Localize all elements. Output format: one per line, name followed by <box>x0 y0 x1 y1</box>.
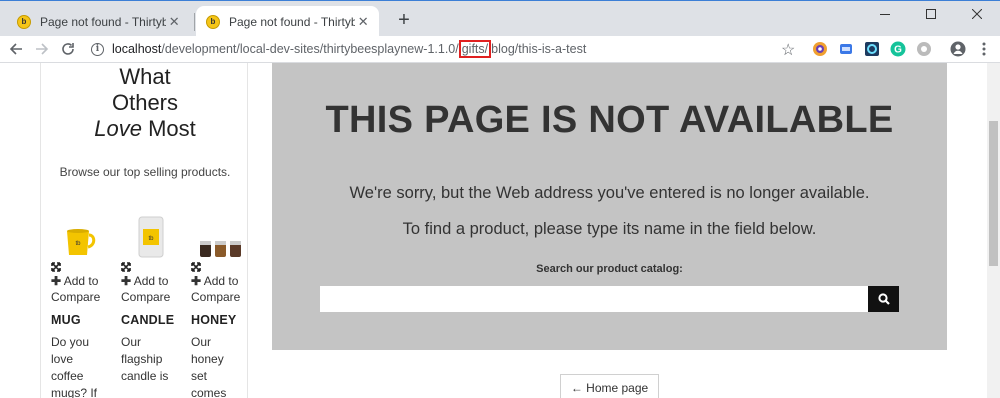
thirtybees-favicon-icon: b <box>206 14 220 29</box>
tab-page-not-found-1[interactable]: b Page not found - Thirtybees 1.1.0 ✕ <box>7 6 190 37</box>
sidebar-title: What Others Love Most <box>41 64 249 142</box>
title-line-2: Others <box>111 90 179 115</box>
title-line-1: What <box>119 64 171 89</box>
product-description: Our honey set comes <box>191 335 227 398</box>
plus-icon: ✚ <box>51 274 62 288</box>
product-card-mug: tb ✚ Add to Compare MUG Do you love coffe… <box>51 213 117 398</box>
not-available-message: We're sorry, but the Web address you've … <box>349 184 870 202</box>
bookmark-star-icon[interactable]: ☆ <box>781 40 795 60</box>
plus-icon: ✚ <box>121 274 132 288</box>
product-card-candle: tb ✚ Add to Compare CANDLE Our flagship c… <box>121 213 187 385</box>
plus-icon: ✚ <box>191 274 202 288</box>
search-instructions: To find a product, please type its name … <box>402 220 817 238</box>
svg-text:G: G <box>894 45 902 56</box>
candle-image-icon: tb <box>138 216 164 258</box>
reload-icon <box>62 43 74 55</box>
svg-text:tb: tb <box>148 236 154 242</box>
extension-grammarly-icon[interactable]: G <box>890 41 906 57</box>
reload-button[interactable] <box>58 39 78 59</box>
add-to-compare-link[interactable]: ✚ Add to Compare <box>121 273 187 305</box>
search-icon <box>877 293 890 305</box>
forward-button[interactable] <box>32 39 52 59</box>
minimize-button[interactable] <box>862 1 908 27</box>
browser-toolbar: i localhost/development/local-dev-sites/… <box>0 36 1000 63</box>
page-title: THIS PAGE IS NOT AVAILABLE <box>325 99 894 141</box>
product-name[interactable]: CANDLE <box>121 313 187 327</box>
expand-icon[interactable] <box>191 262 201 272</box>
extension-gray-icon[interactable] <box>916 41 932 57</box>
site-info-icon[interactable]: i <box>91 43 104 56</box>
extension-gear-box-icon[interactable] <box>864 41 880 57</box>
compare-label-2: Compare <box>121 290 171 304</box>
product-description: Do you love coffee mugs? If <box>51 335 98 398</box>
title-bold: Most <box>148 116 196 141</box>
url-path-end: blog/this-is-a-test <box>491 42 587 56</box>
close-tab-icon[interactable]: ✕ <box>355 14 371 30</box>
search-label: Search our product catalog: <box>536 263 683 275</box>
product-image-candle[interactable]: tb <box>121 213 181 259</box>
product-name[interactable]: HONEY <box>191 313 257 327</box>
close-tab-icon[interactable]: ✕ <box>166 14 182 30</box>
title-italic: Love <box>94 116 142 141</box>
add-to-compare-link[interactable]: ✚ Add to Compare <box>191 273 257 305</box>
tab-title: Page not found - Thirtybees 1.1.0 <box>229 14 356 29</box>
tab-title: Page not found - Thirtybees 1.1.0 <box>40 14 167 29</box>
search-button[interactable] <box>868 286 899 312</box>
mug-image-icon: tb <box>67 229 96 255</box>
svg-text:tb: tb <box>75 241 81 247</box>
compare-label-1: Add to <box>133 274 169 288</box>
title-line-3: Love Most <box>41 116 249 142</box>
honey-jars-image-icon <box>200 241 241 257</box>
product-description: Our flagship candle is <box>121 335 169 383</box>
url-path: /development/local-dev-sites/thirtybeesp… <box>161 42 459 56</box>
best-sellers-sidebar: What Others Love Most Browse our top sel… <box>40 63 248 398</box>
back-button[interactable] <box>6 39 26 59</box>
tab-page-not-found-2[interactable]: b Page not found - Thirtybees 1.1.0 ✕ <box>196 6 379 37</box>
product-image-honey[interactable] <box>191 213 251 259</box>
close-window-button[interactable] <box>954 1 1000 27</box>
compare-label-2: Compare <box>191 290 241 304</box>
sidebar-subtitle: Browse our top selling products. <box>59 165 231 179</box>
extension-card-icon[interactable] <box>838 41 854 57</box>
maximize-button[interactable] <box>908 1 954 27</box>
back-arrow-icon <box>9 43 22 55</box>
not-found-panel: THIS PAGE IS NOT AVAILABLE We're sorry, … <box>272 63 947 350</box>
address-bar[interactable]: localhost/development/local-dev-sites/th… <box>112 40 587 58</box>
new-tab-button[interactable]: + <box>394 10 414 30</box>
home-page-button[interactable]: ← Home page <box>560 374 659 398</box>
thirtybees-favicon-icon: b <box>17 14 31 29</box>
compare-label-2: Compare <box>51 290 101 304</box>
menu-kebab-icon[interactable] <box>976 41 992 57</box>
search-input[interactable] <box>320 286 868 312</box>
expand-icon[interactable] <box>121 262 131 272</box>
expand-icon[interactable] <box>51 262 61 272</box>
profile-avatar-icon[interactable] <box>950 41 966 57</box>
url-highlight-segment: gifts/ <box>458 40 492 58</box>
compare-label-1: Add to <box>203 274 239 288</box>
scrollbar-thumb[interactable] <box>989 121 998 266</box>
tab-strip: b Page not found - Thirtybees 1.1.0 ✕ b … <box>0 0 1000 37</box>
page-scrollbar[interactable] <box>987 63 1000 398</box>
product-name[interactable]: MUG <box>51 313 117 327</box>
page-viewport: What Others Love Most Browse our top sel… <box>0 63 987 398</box>
url-host: localhost <box>112 42 162 56</box>
forward-arrow-icon <box>36 43 49 55</box>
product-image-mug[interactable]: tb <box>51 213 111 259</box>
compare-label-1: Add to <box>63 274 99 288</box>
extension-colorful-icon[interactable] <box>812 41 828 57</box>
tab-divider <box>194 13 195 31</box>
product-card-honey: ✚ Add to Compare HONEY Our honey set come… <box>191 213 257 398</box>
add-to-compare-link[interactable]: ✚ Add to Compare <box>51 273 117 305</box>
